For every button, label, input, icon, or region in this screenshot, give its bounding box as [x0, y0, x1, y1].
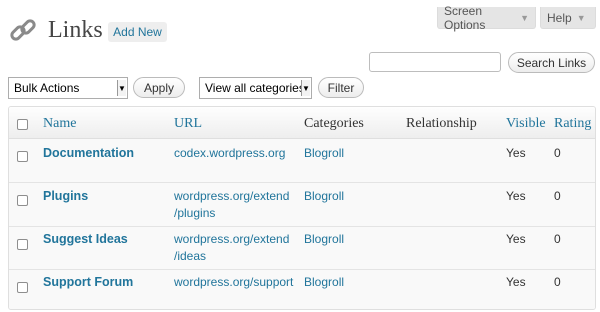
help-label: Help — [547, 10, 572, 25]
dropdown-arrow-icon: ▼ — [117, 80, 126, 96]
column-header-relationship: Relationship — [406, 116, 477, 131]
screen-options-label: Screen Options — [444, 3, 486, 32]
chevron-down-icon: ▼ — [576, 12, 586, 23]
column-header-url[interactable]: URL — [174, 116, 202, 132]
column-header-name[interactable]: Name — [43, 116, 76, 132]
link-url-continued[interactable]: /plugins — [174, 205, 215, 222]
table-row: Plugins wordpress.org/extend /plugins Bl… — [9, 183, 595, 227]
dropdown-arrow-icon: ▼ — [301, 80, 310, 96]
link-category[interactable]: Blogroll — [304, 231, 344, 248]
column-header-categories: Categories — [304, 116, 364, 131]
search-input[interactable] — [369, 52, 501, 72]
page-title: Links — [48, 17, 103, 43]
row-checkbox[interactable] — [17, 195, 28, 206]
filter-button[interactable]: Filter — [318, 77, 364, 98]
link-rating: 0 — [554, 189, 561, 203]
row-checkbox[interactable] — [17, 282, 28, 293]
category-filter-select[interactable]: View all categories ▼ — [199, 77, 312, 99]
link-name[interactable]: Support Forum — [43, 274, 133, 291]
category-filter-value: View all categories — [205, 81, 305, 95]
screen-options-tab[interactable]: Screen Options ▼ — [437, 3, 536, 32]
bulk-actions-value: Bulk Actions — [14, 81, 80, 95]
table-row: Documentation codex.wordpress.org Blogro… — [9, 139, 595, 183]
link-rating: 0 — [554, 232, 561, 246]
link-url-continued[interactable]: /ideas — [174, 248, 206, 265]
link-name[interactable]: Suggest Ideas — [43, 231, 128, 248]
link-category[interactable]: Blogroll — [304, 188, 344, 205]
table-row: Suggest Ideas wordpress.org/extend /idea… — [9, 227, 595, 270]
link-name[interactable]: Documentation — [43, 145, 134, 162]
select-all-checkbox[interactable] — [17, 119, 28, 130]
link-rating: 0 — [554, 275, 561, 289]
row-checkbox[interactable] — [17, 239, 28, 250]
link-visible: Yes — [506, 275, 526, 289]
links-table: Name URL Categories Relationship Visible… — [8, 106, 596, 310]
add-new-button[interactable]: Add New — [108, 22, 167, 42]
link-category[interactable]: Blogroll — [304, 145, 344, 162]
link-visible: Yes — [506, 189, 526, 203]
link-rating: 0 — [554, 146, 561, 160]
table-header: Name URL Categories Relationship Visible… — [9, 107, 595, 139]
table-row: Support Forum wordpress.org/support Blog… — [9, 270, 595, 309]
link-category[interactable]: Blogroll — [304, 274, 344, 291]
link-url[interactable]: wordpress.org/extend — [174, 231, 289, 248]
link-visible: Yes — [506, 232, 526, 246]
links-chain-icon — [10, 19, 36, 41]
link-url[interactable]: wordpress.org/support — [174, 274, 293, 291]
chevron-down-icon: ▼ — [520, 12, 529, 23]
link-visible: Yes — [506, 146, 526, 160]
link-url[interactable]: codex.wordpress.org — [174, 145, 285, 162]
link-name[interactable]: Plugins — [43, 188, 88, 205]
help-tab[interactable]: Help ▼ — [540, 7, 596, 29]
search-links-button[interactable]: Search Links — [508, 52, 595, 73]
apply-button[interactable]: Apply — [133, 77, 185, 98]
link-url[interactable]: wordpress.org/extend — [174, 188, 289, 205]
row-checkbox[interactable] — [17, 151, 28, 162]
column-header-rating[interactable]: Rating — [554, 116, 591, 132]
bulk-actions-select[interactable]: Bulk Actions ▼ — [8, 77, 128, 99]
column-header-visible[interactable]: Visible — [506, 116, 546, 132]
